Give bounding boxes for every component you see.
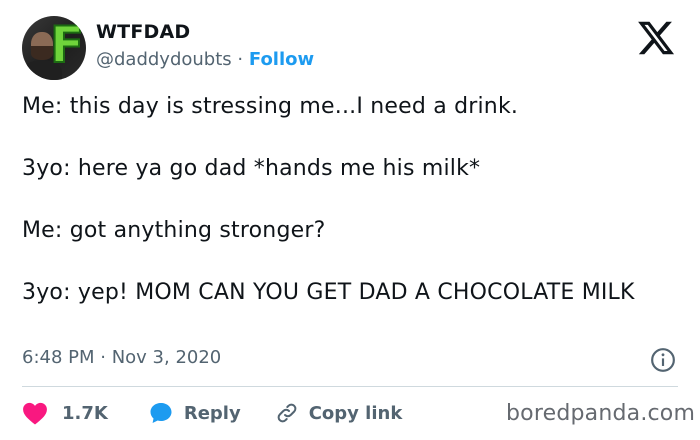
author-handle[interactable]: @daddydoubts [96,49,232,70]
tweet-line: Me: got anything stronger? [22,218,326,243]
tweet-line: 3yo: yep! MOM CAN YOU GET DAD A CHOCOLAT… [22,280,635,305]
reply-label: Reply [183,402,241,424]
tweet-line: 3yo: here ya go dad *hands me his milk* [22,156,481,181]
follow-button[interactable]: Follow [249,49,314,70]
x-logo-icon[interactable] [636,18,676,58]
reply-button[interactable]: Reply [148,401,241,425]
author-handle-line: @daddydoubts · Follow [96,48,314,72]
like-count: 1.7K [62,402,108,424]
avatar[interactable]: F [22,16,86,80]
author-name[interactable]: WTFDAD [96,20,190,44]
info-icon[interactable] [650,347,676,373]
action-bar: 1.7K Reply Copy link [22,399,402,427]
tweet-line: Me: this day is stressing me...I need a … [22,94,519,119]
reply-bubble-icon [150,403,172,423]
heart-icon [23,402,47,425]
handle-separator: · [237,49,244,70]
tweet-text: Me: this day is stressing me...I need a … [22,92,672,307]
like-button[interactable]: 1.7K [22,401,108,425]
copy-link-button[interactable]: Copy link [275,401,403,425]
divider [22,386,678,387]
watermark: boredpanda.com [506,401,696,426]
copy-link-label: Copy link [308,402,403,424]
link-icon [277,403,297,423]
tweet-timestamp[interactable]: 6:48 PM · Nov 3, 2020 [22,346,221,370]
